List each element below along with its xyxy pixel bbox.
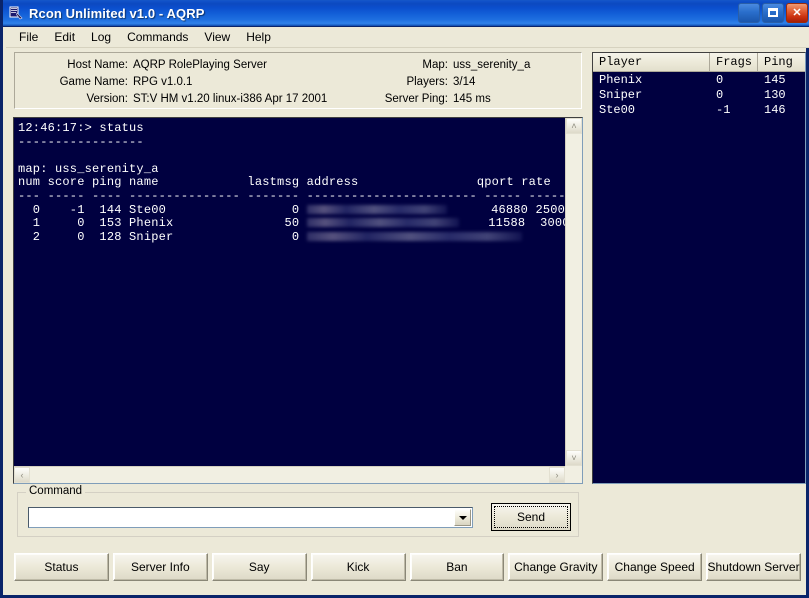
redacted-address-1 (307, 218, 459, 227)
game-name-value: RPG v1.0.1 (133, 76, 192, 88)
menu-item-view[interactable]: View (196, 28, 238, 46)
ping-column-header[interactable]: Ping (758, 53, 805, 71)
scroll-left-button[interactable]: ‹ (14, 467, 30, 483)
command-input[interactable] (29, 509, 472, 526)
player-column-header[interactable]: Player (593, 53, 710, 71)
status-button[interactable]: Status (14, 553, 109, 581)
change-gravity-button[interactable]: Change Gravity (508, 553, 603, 581)
kick-button[interactable]: Kick (311, 553, 406, 581)
minimize-button[interactable] (738, 3, 760, 23)
map-label: Map: (345, 59, 453, 71)
application-window: Rcon Unlimited v1.0 - AQRP ✕ File Edit L… (0, 0, 809, 598)
console-line-separator: --- ----- ---- --------------- ------- -… (18, 189, 566, 203)
host-name-value: AQRP RolePlaying Server (133, 59, 267, 71)
console-line-header: num score ping name lastmsg address qpor… (18, 175, 551, 189)
server-info-row-host-name: Host Name: AQRP RolePlaying Server (15, 56, 345, 73)
console-row-2: 2 0 128 Sniper 0 3000 (18, 230, 583, 244)
server-ping-value: 145 ms (453, 93, 491, 105)
map-value: uss_serenity_a (453, 59, 530, 71)
server-info-right-column: Map: uss_serenity_a Players: 3/14 Server… (345, 53, 577, 108)
game-name-label: Game Name: (15, 76, 133, 88)
scroll-down-button[interactable]: ˅ (566, 450, 582, 466)
players-value: 3/14 (453, 76, 475, 88)
chevron-right-icon: › (550, 468, 564, 482)
player-frags-cell: 0 (710, 88, 758, 102)
chevron-down-icon[interactable] (454, 509, 471, 526)
player-ping-cell: 146 (758, 103, 805, 117)
change-speed-button[interactable]: Change Speed (607, 553, 702, 581)
console-line-prompt: 12:46:17:> status (18, 121, 144, 135)
menu-item-edit[interactable]: Edit (46, 28, 83, 46)
console-row-0: 0 -1 144 Ste00 0 46880 25000 (18, 203, 572, 217)
send-button[interactable]: Send (491, 503, 571, 531)
players-label: Players: (345, 76, 453, 88)
player-name-cell: Sniper (593, 88, 710, 102)
command-combobox[interactable] (28, 507, 473, 528)
frags-column-header[interactable]: Frags (710, 53, 758, 71)
chevron-left-icon: ‹ (15, 468, 29, 482)
player-frags-cell: 0 (710, 73, 758, 87)
scroll-right-button[interactable]: › (549, 467, 565, 483)
console-vertical-scrollbar[interactable]: ˄ ˅ (565, 118, 582, 466)
player-list-header: Player Frags Ping (593, 53, 805, 72)
player-list-row[interactable]: Sniper 0 130 (593, 87, 805, 102)
redacted-address-0 (307, 205, 447, 214)
server-info-left-column: Host Name: AQRP RolePlaying Server Game … (15, 53, 345, 108)
shutdown-server-button[interactable]: Shutdown Server (706, 553, 801, 581)
rcon-book-icon (8, 5, 24, 21)
ban-button[interactable]: Ban (410, 553, 505, 581)
server-info-panel: Host Name: AQRP RolePlaying Server Game … (14, 52, 582, 109)
command-group-label: Command (26, 485, 85, 497)
console-line-rule: ----------------- (18, 135, 144, 149)
chevron-down-icon: ˅ (567, 451, 581, 465)
player-name-cell: Ste00 (593, 103, 710, 117)
player-frags-cell: -1 (710, 103, 758, 117)
redacted-address-2 (307, 232, 522, 241)
menu-item-file[interactable]: File (11, 28, 46, 46)
menu-item-commands[interactable]: Commands (119, 28, 196, 46)
menu-bar: File Edit Log Commands View Help (6, 27, 809, 48)
player-list-panel[interactable]: Player Frags Ping Phenix 0 145 Sniper 0 … (592, 52, 806, 484)
window-title: Rcon Unlimited v1.0 - AQRP (29, 6, 204, 21)
server-info-row-game-name: Game Name: RPG v1.0.1 (15, 73, 345, 90)
server-info-row-server-ping: Server Ping: 145 ms (345, 90, 577, 107)
console-output-panel[interactable]: 12:46:17:> status ----------------- map:… (13, 117, 583, 484)
menu-item-help[interactable]: Help (238, 28, 279, 46)
menu-item-log[interactable]: Log (83, 28, 119, 46)
version-label: Version: (15, 93, 133, 105)
player-list-row[interactable]: Phenix 0 145 (593, 72, 805, 87)
player-ping-cell: 145 (758, 73, 805, 87)
maximize-button[interactable] (762, 3, 784, 23)
server-info-row-players: Players: 3/14 (345, 73, 577, 90)
console-row-1: 1 0 153 Phenix 50 11588 3000 (18, 216, 570, 230)
scroll-up-button[interactable]: ˄ (566, 118, 582, 134)
player-ping-cell: 130 (758, 88, 805, 102)
version-value: ST:V HM v1.20 linux-i386 Apr 17 2001 (133, 93, 327, 105)
player-list-row[interactable]: Ste00 -1 146 (593, 102, 805, 117)
console-line-map: map: uss_serenity_a (18, 162, 159, 176)
console-horizontal-scrollbar[interactable]: ‹ › (14, 466, 565, 483)
server-info-row-version: Version: ST:V HM v1.20 linux-i386 Apr 17… (15, 90, 345, 107)
player-name-cell: Phenix (593, 73, 710, 87)
host-name-label: Host Name: (15, 59, 133, 71)
say-button[interactable]: Say (212, 553, 307, 581)
scrollbar-corner (565, 466, 582, 483)
send-button-label: Send (517, 510, 545, 524)
console-text: 12:46:17:> status ----------------- map:… (18, 122, 583, 244)
action-button-bar: Status Server Info Say Kick Ban Change G… (14, 548, 801, 586)
close-button[interactable]: ✕ (786, 3, 808, 23)
server-info-button[interactable]: Server Info (113, 553, 208, 581)
window-controls: ✕ (738, 3, 808, 23)
close-icon: ✕ (787, 4, 807, 22)
server-ping-label: Server Ping: (345, 93, 453, 105)
window-frame: Rcon Unlimited v1.0 - AQRP ✕ File Edit L… (0, 0, 809, 598)
chevron-up-icon: ˄ (567, 119, 581, 133)
title-bar[interactable]: Rcon Unlimited v1.0 - AQRP ✕ (3, 0, 809, 27)
server-info-row-map: Map: uss_serenity_a (345, 56, 577, 73)
command-group-box: Command Send (17, 492, 579, 537)
